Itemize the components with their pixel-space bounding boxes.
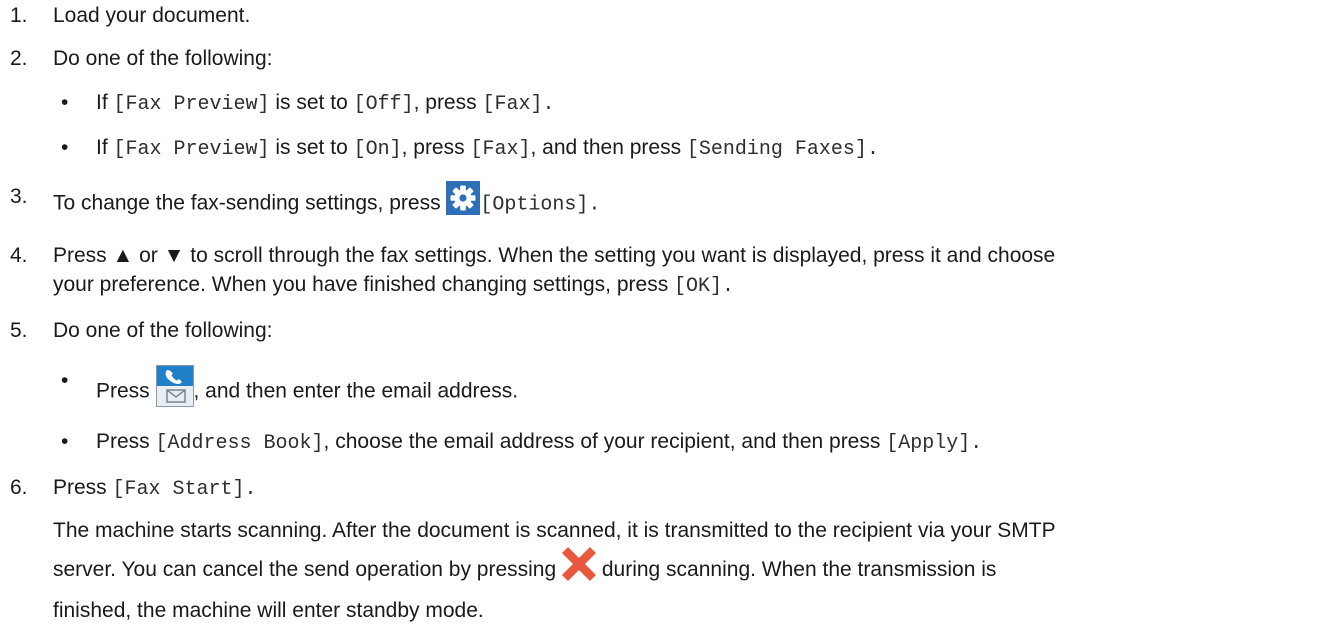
phone-envelope-icon	[155, 365, 194, 415]
step-number: 1.	[10, 4, 28, 27]
bullet-text: If [Fax Preview] is set to [On], press […	[96, 136, 879, 161]
bullet-text: If [Fax Preview] is set to [Off], press …	[96, 91, 555, 116]
bullet: •	[61, 369, 69, 392]
instruction-document: 1. Load your document. 2. Do one of the …	[0, 0, 1330, 636]
bullet-text: Press , and then enter the email address…	[96, 365, 518, 417]
gear-icon	[446, 181, 481, 223]
x-stop-icon	[562, 546, 597, 592]
step-number: 3.	[10, 185, 28, 208]
bullet: •	[61, 430, 69, 453]
step-text: Press [Fax Start].	[53, 476, 257, 501]
bullet: •	[61, 91, 69, 114]
step-number: 4.	[10, 244, 28, 267]
step-number: 6.	[10, 476, 28, 499]
step-text: To change the fax-sending settings, pres…	[53, 181, 600, 225]
step-number: 2.	[10, 47, 28, 70]
step-text: Do one of the following:	[53, 319, 273, 342]
step-number: 5.	[10, 319, 28, 342]
step-6-description: The machine starts scanning. After the d…	[53, 513, 1323, 628]
bullet: •	[61, 136, 69, 159]
step-text-line-1: Press ▲ or ▼ to scroll through the fax s…	[53, 244, 1056, 267]
description-line-3: finished, the machine will enter standby…	[53, 599, 484, 622]
description-line-2: server. You can cancel the send operatio…	[53, 546, 1323, 593]
description-line-1: The machine starts scanning. After the d…	[53, 519, 1056, 542]
bullet-text: Press [Address Book], choose the email a…	[96, 430, 983, 455]
step-text: Do one of the following:	[53, 47, 273, 70]
step-text-line-2: your preference. When you have finished …	[53, 273, 735, 298]
step-text: Load your document.	[53, 4, 251, 27]
